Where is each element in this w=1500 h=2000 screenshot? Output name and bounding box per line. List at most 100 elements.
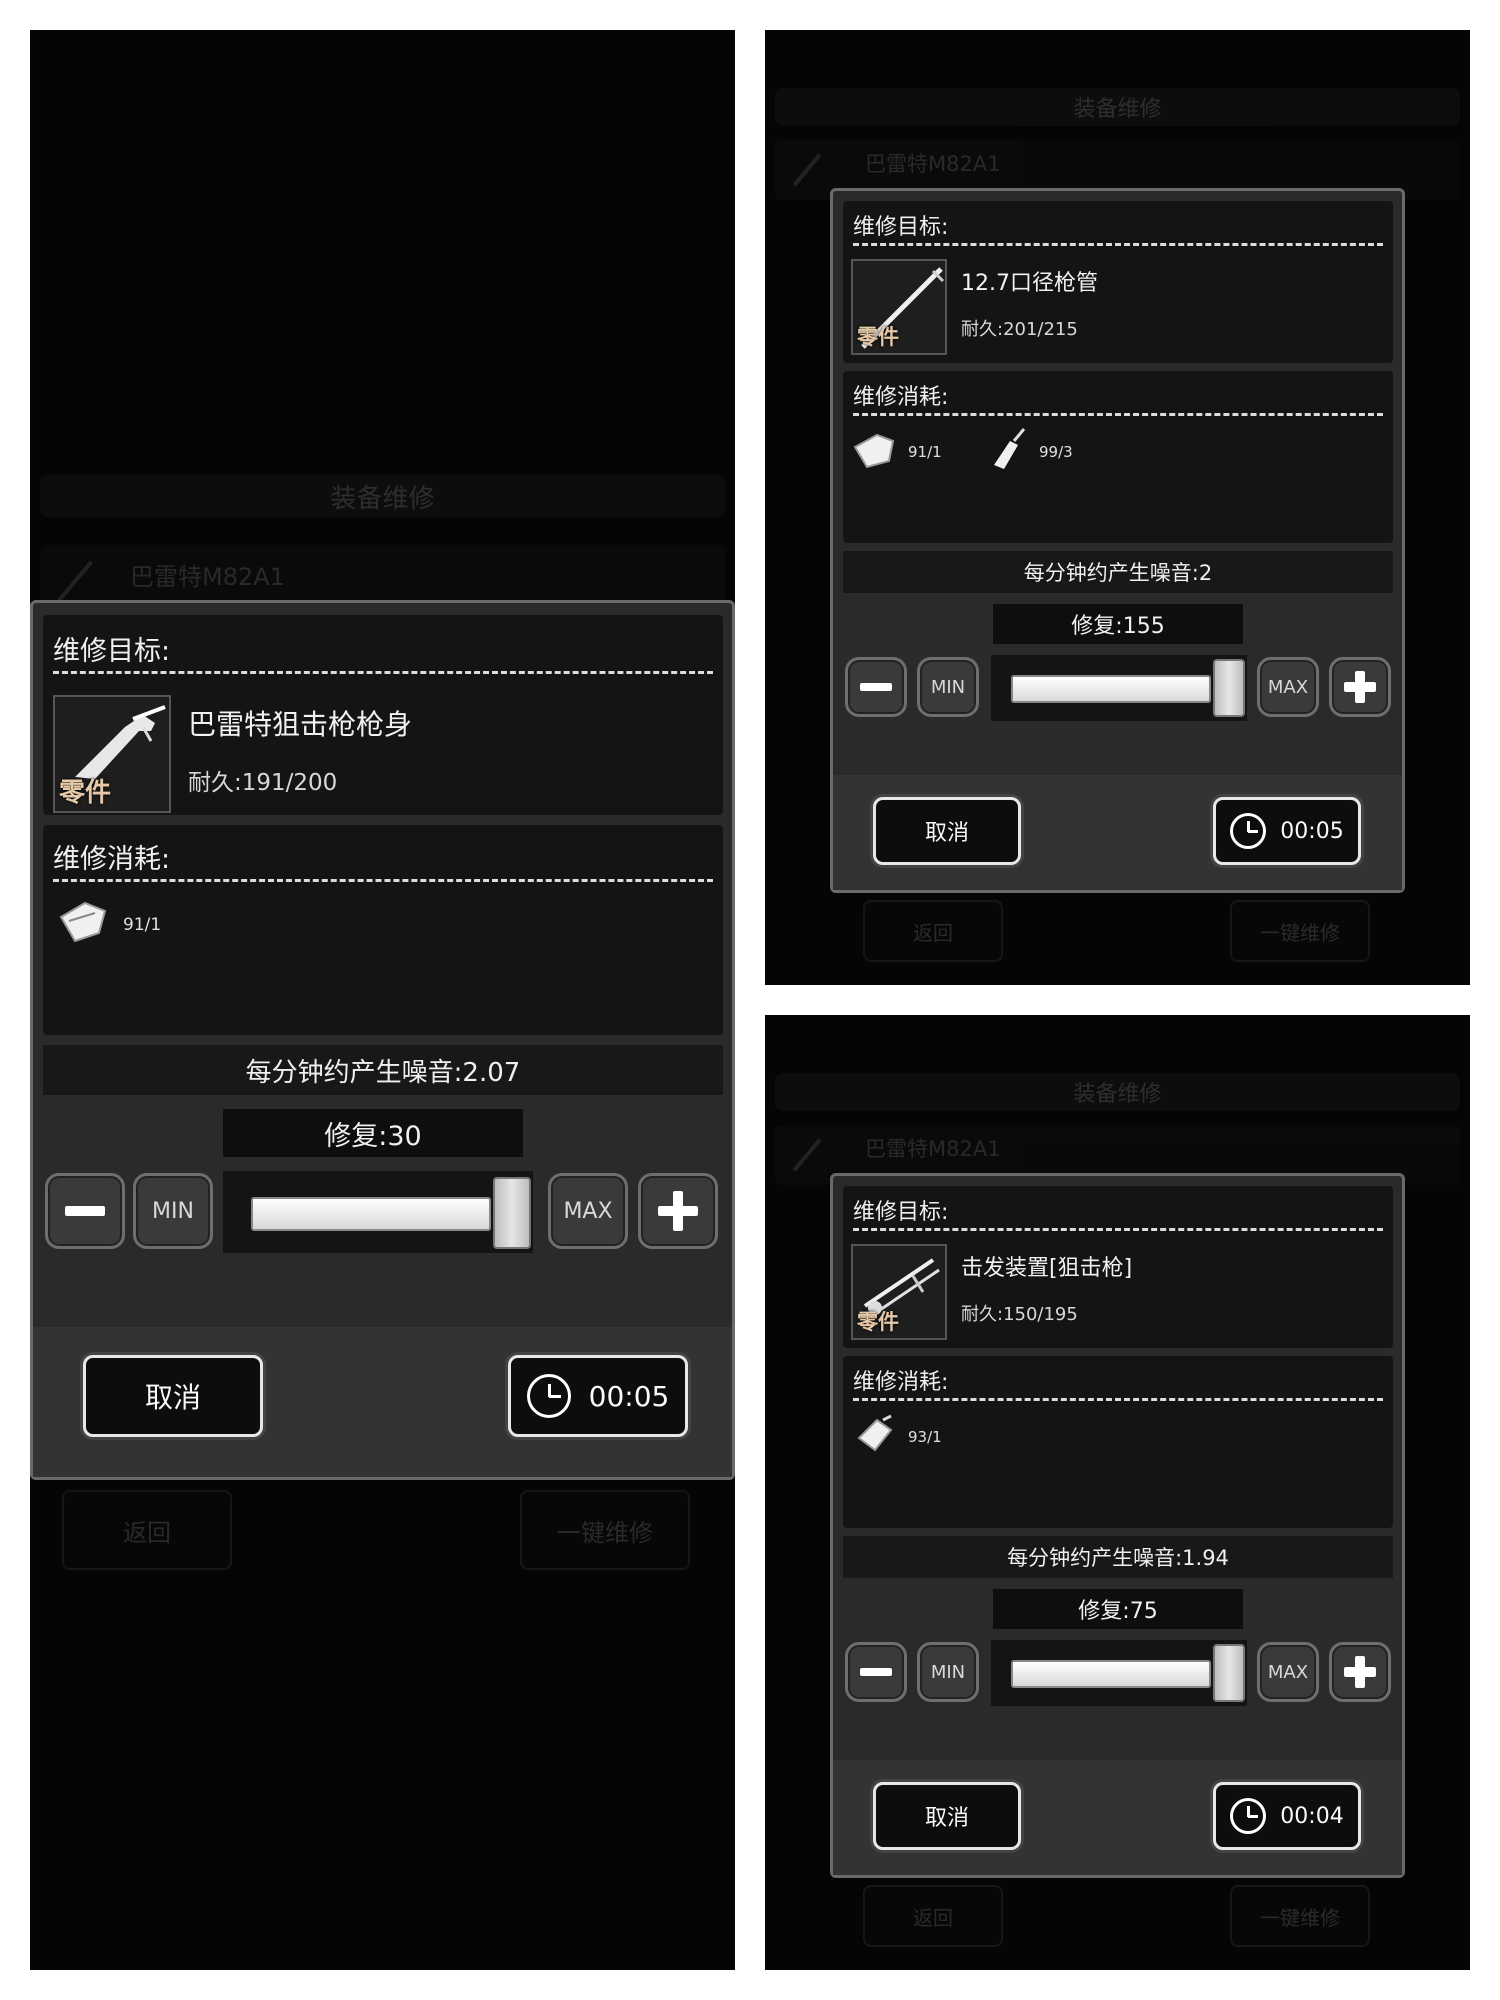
timer-text: 00:04 (1280, 1803, 1344, 1829)
clock-icon (526, 1374, 571, 1418)
bg-repair-all-button: 一键维修 (1230, 900, 1370, 962)
plus-icon (658, 1191, 698, 1231)
cloth-icon (59, 901, 107, 943)
cost-section: 维修消耗: 91/1 (43, 825, 723, 1035)
timer-text: 00:05 (1280, 818, 1344, 844)
target-title: 维修目标: (853, 1200, 949, 1225)
slider-fill (251, 1197, 491, 1231)
increase-button[interactable] (638, 1173, 718, 1249)
tape-icon (857, 1414, 893, 1452)
cost-title: 维修消耗: (853, 385, 949, 410)
slider-knob[interactable] (1213, 1644, 1245, 1702)
noise-info: 每分钟约产生噪音:2.07 (43, 1045, 723, 1095)
dialog-footer: 取消 00:04 (833, 1760, 1402, 1875)
target-section: 维修目标: 零件 12.7口径枪管 耐久:201/215 (843, 201, 1393, 363)
cost-amount: 99/3 (1039, 443, 1073, 461)
cost-section: 维修消耗: 91/1 99/3 (843, 371, 1393, 543)
min-button[interactable]: MIN (133, 1173, 213, 1249)
screenshot-right-bottom: 装备维修 巴雷特M82A1 返回 一键维修 维修目标: 零件 击发装置[狙击枪]… (765, 1015, 1470, 1970)
part-label: 零件 (857, 324, 899, 349)
plus-icon (1344, 671, 1376, 703)
item-thumbnail: 零件 (851, 1244, 947, 1340)
target-section: 维修目标: 零件 击发装置[狙击枪] 耐久:150/195 (843, 1186, 1393, 1348)
slider-fill (1011, 675, 1211, 703)
slider-knob[interactable] (493, 1177, 531, 1249)
cost-title: 维修消耗: (853, 1370, 949, 1395)
cancel-button[interactable]: 取消 (873, 797, 1021, 865)
decrease-button[interactable] (845, 657, 907, 717)
divider (53, 671, 713, 674)
bg-repair-all-button: 一键维修 (1230, 1885, 1370, 1947)
item-durability: 耐久:150/195 (961, 1304, 1078, 1325)
cancel-button[interactable]: 取消 (873, 1782, 1021, 1850)
dialog-footer: 取消 00:05 (833, 775, 1402, 890)
item-thumbnail: 零件 (53, 695, 171, 813)
bg-title: 装备维修 (775, 1073, 1460, 1111)
screenshot-left: 装备维修 巴雷特M82A1 返回 一键维修 维修目标: 零件 巴雷特狙击枪枪身 … (30, 30, 735, 1970)
cancel-button[interactable]: 取消 (83, 1355, 263, 1437)
slider-fill (1011, 1660, 1211, 1688)
slider-knob[interactable] (1213, 659, 1245, 717)
repair-slider[interactable] (223, 1171, 533, 1253)
repair-dialog: 维修目标: 零件 12.7口径枪管 耐久:201/215 维修消耗: 91/1 (830, 188, 1405, 893)
clock-icon (1230, 1798, 1267, 1834)
bg-back-button: 返回 (863, 900, 1003, 962)
noise-info: 每分钟约产生噪音:1.94 (843, 1536, 1393, 1578)
min-button[interactable]: MIN (917, 657, 979, 717)
max-button[interactable]: MAX (548, 1173, 628, 1249)
minus-icon (860, 1668, 892, 1676)
max-button[interactable]: MAX (1257, 1642, 1319, 1702)
part-label: 零件 (59, 778, 112, 808)
cost-amount: 91/1 (123, 915, 162, 935)
item-name: 击发装置[狙击枪] (961, 1256, 1133, 1281)
repair-amount: 修复:30 (223, 1109, 523, 1157)
bg-title: 装备维修 (775, 88, 1460, 126)
max-button[interactable]: MAX (1257, 657, 1319, 717)
repair-timer-button[interactable]: 00:04 (1213, 1782, 1361, 1850)
cost-title: 维修消耗: (53, 844, 171, 875)
repair-dialog: 维修目标: 零件 击发装置[狙击枪] 耐久:150/195 维修消耗: 93/1… (830, 1173, 1405, 1878)
item-durability: 耐久:191/200 (188, 770, 338, 796)
divider (853, 1398, 1383, 1401)
oil-bottle-icon (994, 428, 1026, 469)
repair-slider[interactable] (991, 655, 1247, 721)
minus-icon (860, 683, 892, 691)
bg-back-button: 返回 (62, 1490, 232, 1570)
bg-weapon-name: 巴雷特M82A1 (865, 152, 1001, 176)
repair-dialog: 维修目标: 零件 巴雷特狙击枪枪身 耐久:191/200 维修消耗: 91/1 (30, 600, 735, 1480)
decrease-button[interactable] (845, 1642, 907, 1702)
target-section: 维修目标: 零件 巴雷特狙击枪枪身 耐久:191/200 (43, 615, 723, 815)
noise-info: 每分钟约产生噪音:2 (843, 551, 1393, 593)
divider (853, 1228, 1383, 1231)
dialog-footer: 取消 00:05 (33, 1327, 732, 1477)
repair-slider[interactable] (991, 1640, 1247, 1706)
bg-repair-all-button: 一键维修 (520, 1490, 690, 1570)
bg-title: 装备维修 (40, 475, 725, 517)
increase-button[interactable] (1329, 657, 1391, 717)
item-durability: 耐久:201/215 (961, 319, 1078, 340)
plus-icon (1344, 1656, 1376, 1688)
part-label: 零件 (857, 1309, 899, 1334)
bg-back-button: 返回 (863, 1885, 1003, 1947)
cost-section: 维修消耗: 93/1 (843, 1356, 1393, 1528)
cost-amount: 91/1 (908, 443, 942, 461)
cloth-icon (853, 433, 895, 469)
repair-timer-button[interactable]: 00:05 (508, 1355, 688, 1437)
cost-amount: 93/1 (908, 1428, 942, 1446)
decrease-button[interactable] (45, 1173, 125, 1249)
target-title: 维修目标: (853, 215, 949, 240)
item-name: 12.7口径枪管 (961, 271, 1098, 296)
divider (53, 879, 713, 882)
repair-amount: 修复:75 (993, 1589, 1243, 1629)
increase-button[interactable] (1329, 1642, 1391, 1702)
bg-weapon-name: 巴雷特M82A1 (865, 1137, 1001, 1161)
item-thumbnail: 零件 (851, 259, 947, 355)
screenshot-right-top: 装备维修 巴雷特M82A1 返回 一键维修 维修目标: 零件 12.7口径枪管 … (765, 30, 1470, 985)
repair-timer-button[interactable]: 00:05 (1213, 797, 1361, 865)
minus-icon (65, 1206, 105, 1216)
target-title: 维修目标: (53, 636, 171, 667)
repair-amount: 修复:155 (993, 604, 1243, 644)
item-name: 巴雷特狙击枪枪身 (188, 708, 413, 741)
min-button[interactable]: MIN (917, 1642, 979, 1702)
divider (853, 413, 1383, 416)
